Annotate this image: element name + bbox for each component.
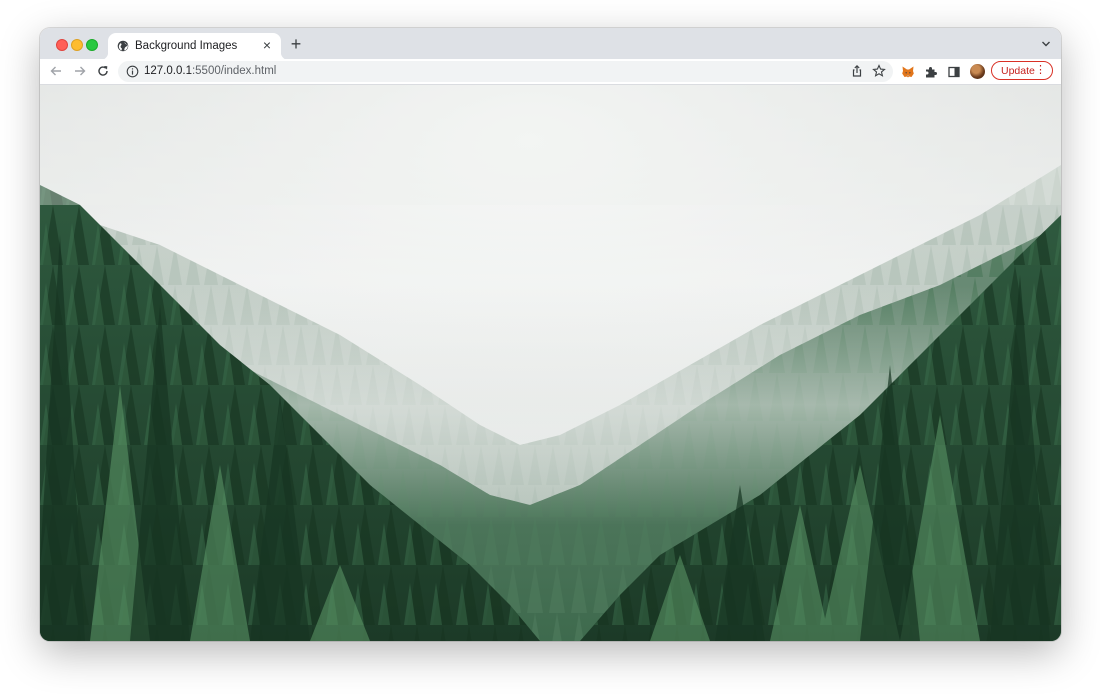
url-text[interactable]: 127.0.0.1:5500/index.html — [144, 65, 276, 77]
tab-search-chevron-icon[interactable] — [1041, 40, 1051, 48]
info-icon[interactable] — [126, 65, 139, 78]
share-icon[interactable] — [850, 64, 864, 78]
url-host: 127.0.0.1 — [144, 65, 192, 77]
tab-background-images[interactable]: Background Images × — [100, 33, 289, 60]
minimize-window-button[interactable] — [71, 39, 83, 51]
tab-title: Background Images — [135, 40, 238, 52]
url-path: :5500/index.html — [191, 65, 277, 77]
star-icon[interactable] — [872, 64, 886, 78]
maximize-window-button[interactable] — [86, 39, 98, 51]
browser-window: Background Images × + 127.0.0.1:5500/ind… — [40, 28, 1061, 641]
side-panel-icon[interactable] — [947, 65, 961, 79]
address-bar[interactable]: 127.0.0.1:5500/index.html — [118, 61, 893, 82]
misty-forest-background-image — [40, 85, 1061, 641]
kebab-menu-icon[interactable]: ⋮ — [1035, 65, 1046, 76]
metamask-fox-icon[interactable] — [901, 65, 915, 79]
new-tab-button[interactable]: + — [288, 35, 304, 53]
back-arrow-icon[interactable] — [49, 64, 63, 78]
profile-avatar[interactable] — [970, 64, 985, 79]
forward-arrow-icon[interactable] — [73, 64, 87, 78]
reload-icon[interactable] — [96, 64, 110, 78]
close-tab-icon[interactable]: × — [260, 38, 274, 52]
globe-icon — [117, 40, 129, 52]
browser-toolbar: 127.0.0.1:5500/index.html Update ⋮ — [40, 59, 1061, 85]
tab-strip: Background Images × + — [40, 28, 1061, 60]
page-viewport — [40, 85, 1061, 641]
update-label: Update — [1001, 65, 1035, 77]
extensions-puzzle-icon[interactable] — [924, 65, 938, 79]
update-button[interactable]: Update ⋮ — [991, 61, 1053, 80]
close-window-button[interactable] — [56, 39, 68, 51]
